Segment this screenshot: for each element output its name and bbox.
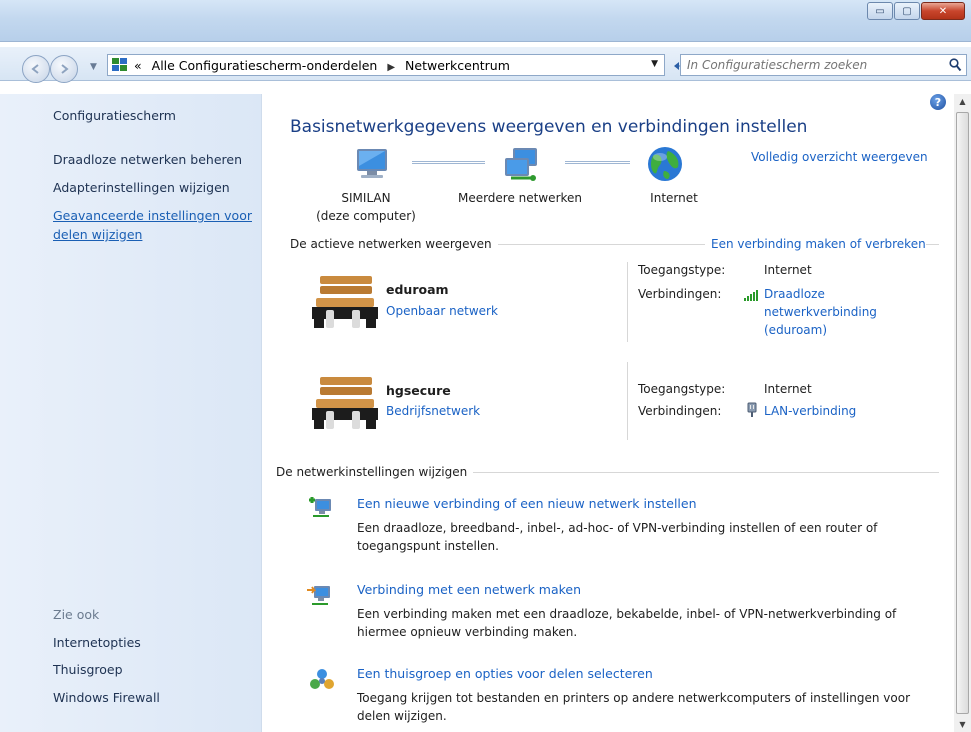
wireless-signal-icon — [744, 290, 758, 301]
sidebar-item-advanced-sharing[interactable]: Geavanceerde instellingen voor — [53, 208, 252, 223]
homegroup-icon — [310, 669, 334, 689]
sidebar-item-windows-firewall[interactable]: Windows Firewall — [53, 690, 160, 705]
access-type-label-2: Toegangstype: — [638, 382, 726, 396]
breadcrumb-separator-icon[interactable]: ▶ — [387, 62, 395, 73]
connection-line — [412, 161, 485, 164]
page-title: Basisnetwerkgegevens weergeven en verbin… — [290, 117, 808, 137]
scroll-down-arrow-icon[interactable]: ▼ — [954, 717, 971, 732]
sidebar-item-internet-options[interactable]: Internetopties — [53, 635, 141, 650]
internet-label: Internet — [650, 191, 698, 205]
address-bar[interactable]: « Alle Configuratiescherm-onderdelen ▶ N… — [107, 54, 665, 76]
access-type-label: Toegangstype: — [638, 263, 726, 277]
forward-button[interactable] — [50, 55, 78, 83]
close-button[interactable]: ✕ — [921, 2, 965, 20]
lan-connection-link[interactable]: LAN-verbinding — [764, 404, 856, 418]
connections-label: Verbindingen: — [638, 287, 722, 301]
new-connection-icon — [309, 497, 331, 517]
sidebar-item-manage-wireless[interactable]: Draadloze netwerken beheren — [53, 152, 242, 167]
connection-line-2 — [565, 161, 630, 164]
connections-label-2: Verbindingen: — [638, 404, 722, 418]
globe-icon — [648, 147, 682, 181]
window-titlebar: ▭ ▢ ✕ — [0, 0, 971, 42]
breadcrumb-item-all-items[interactable]: Alle Configuratiescherm-onderdelen — [152, 58, 378, 73]
see-also-heading: Zie ook — [53, 607, 100, 622]
task-connect-network-link[interactable]: Verbinding met een netwerk maken — [357, 582, 581, 597]
multiple-networks-label: Meerdere netwerken — [457, 191, 583, 205]
change-settings-heading: De netwerkinstellingen wijzigen — [276, 465, 474, 479]
sidebar-item-advanced-sharing-line2[interactable]: delen wijzigen — [53, 227, 142, 242]
sidebar-item-control-panel-home[interactable]: Configuratiescherm — [53, 108, 176, 123]
public-network-bench-icon — [312, 276, 378, 328]
ethernet-plug-icon — [747, 402, 757, 417]
task-connect-network-description: Een verbinding maken met een draadloze, … — [357, 607, 897, 639]
maximize-button[interactable]: ▢ — [894, 2, 920, 20]
help-icon[interactable]: ? — [930, 94, 946, 110]
breadcrumb-item-network-center[interactable]: Netwerkcentrum — [405, 58, 510, 73]
address-history-dropdown-icon[interactable]: ▼ — [651, 59, 658, 69]
task-new-connection-link[interactable]: Een nieuwe verbinding of een nieuw netwe… — [357, 496, 697, 511]
active-networks-heading: De actieve netwerken weergeven — [290, 237, 498, 251]
connect-network-icon — [307, 586, 330, 605]
window-controls: ▭ ▢ ✕ — [866, 2, 965, 20]
minimize-button[interactable]: ▭ — [867, 2, 893, 20]
wireless-connection-link-line1[interactable]: Draadloze — [764, 287, 825, 301]
computer-sub-label: (deze computer) — [316, 209, 416, 223]
work-network-bench-icon — [312, 377, 378, 429]
control-panel-icon — [112, 58, 128, 72]
scrollbar-thumb[interactable] — [956, 112, 969, 714]
wireless-connection-link-line2[interactable]: netwerkverbinding — [764, 305, 877, 319]
sidebar-item-adapter-settings[interactable]: Adapterinstellingen wijzigen — [53, 180, 230, 195]
arrow-left-icon — [31, 64, 39, 74]
network-name-hgsecure: hgsecure — [386, 383, 451, 398]
back-button[interactable] — [22, 55, 50, 83]
network-divider-2 — [627, 362, 628, 440]
search-input[interactable] — [687, 58, 937, 72]
network-category-link-hgsecure[interactable]: Bedrijfsnetwerk — [386, 404, 480, 418]
connect-disconnect-link[interactable]: Een verbinding maken of verbreken — [705, 237, 926, 251]
network-name-eduroam: eduroam — [386, 282, 449, 297]
task-new-connection-description: Een draadloze, breedband-, inbel-, ad-ho… — [357, 521, 878, 553]
scroll-up-arrow-icon[interactable]: ▲ — [954, 94, 971, 109]
vertical-scrollbar[interactable]: ▲ ▼ — [954, 94, 971, 732]
breadcrumb-overflow[interactable]: « — [134, 58, 142, 73]
network-category-link-eduroam[interactable]: Openbaar netwerk — [386, 304, 498, 318]
navigation-bar: ▼ « Alle Configuratiescherm-onderdelen ▶… — [0, 47, 971, 83]
search-box — [680, 54, 967, 76]
breadcrumb: « Alle Configuratiescherm-onderdelen ▶ N… — [134, 58, 510, 73]
computer-icon — [357, 149, 387, 178]
computer-name-label: SIMILAN — [341, 191, 391, 205]
recent-pages-dropdown-icon[interactable]: ▼ — [90, 62, 97, 72]
network-divider — [627, 262, 628, 342]
wireless-connection-link-line3[interactable]: (eduroam) — [764, 323, 827, 337]
full-map-link[interactable]: Volledig overzicht weergeven — [751, 150, 928, 164]
search-icon[interactable] — [949, 58, 962, 72]
task-homegroup-link[interactable]: Een thuisgroep en opties voor delen sele… — [357, 666, 653, 681]
arrow-right-icon — [61, 64, 69, 74]
access-type-value: Internet — [764, 263, 812, 277]
task-homegroup-description: Toegang krijgen tot bestanden en printer… — [357, 691, 910, 723]
access-type-value-2: Internet — [764, 382, 812, 396]
sidebar-item-homegroup[interactable]: Thuisgroep — [53, 662, 123, 677]
multiple-networks-icon — [505, 148, 537, 181]
